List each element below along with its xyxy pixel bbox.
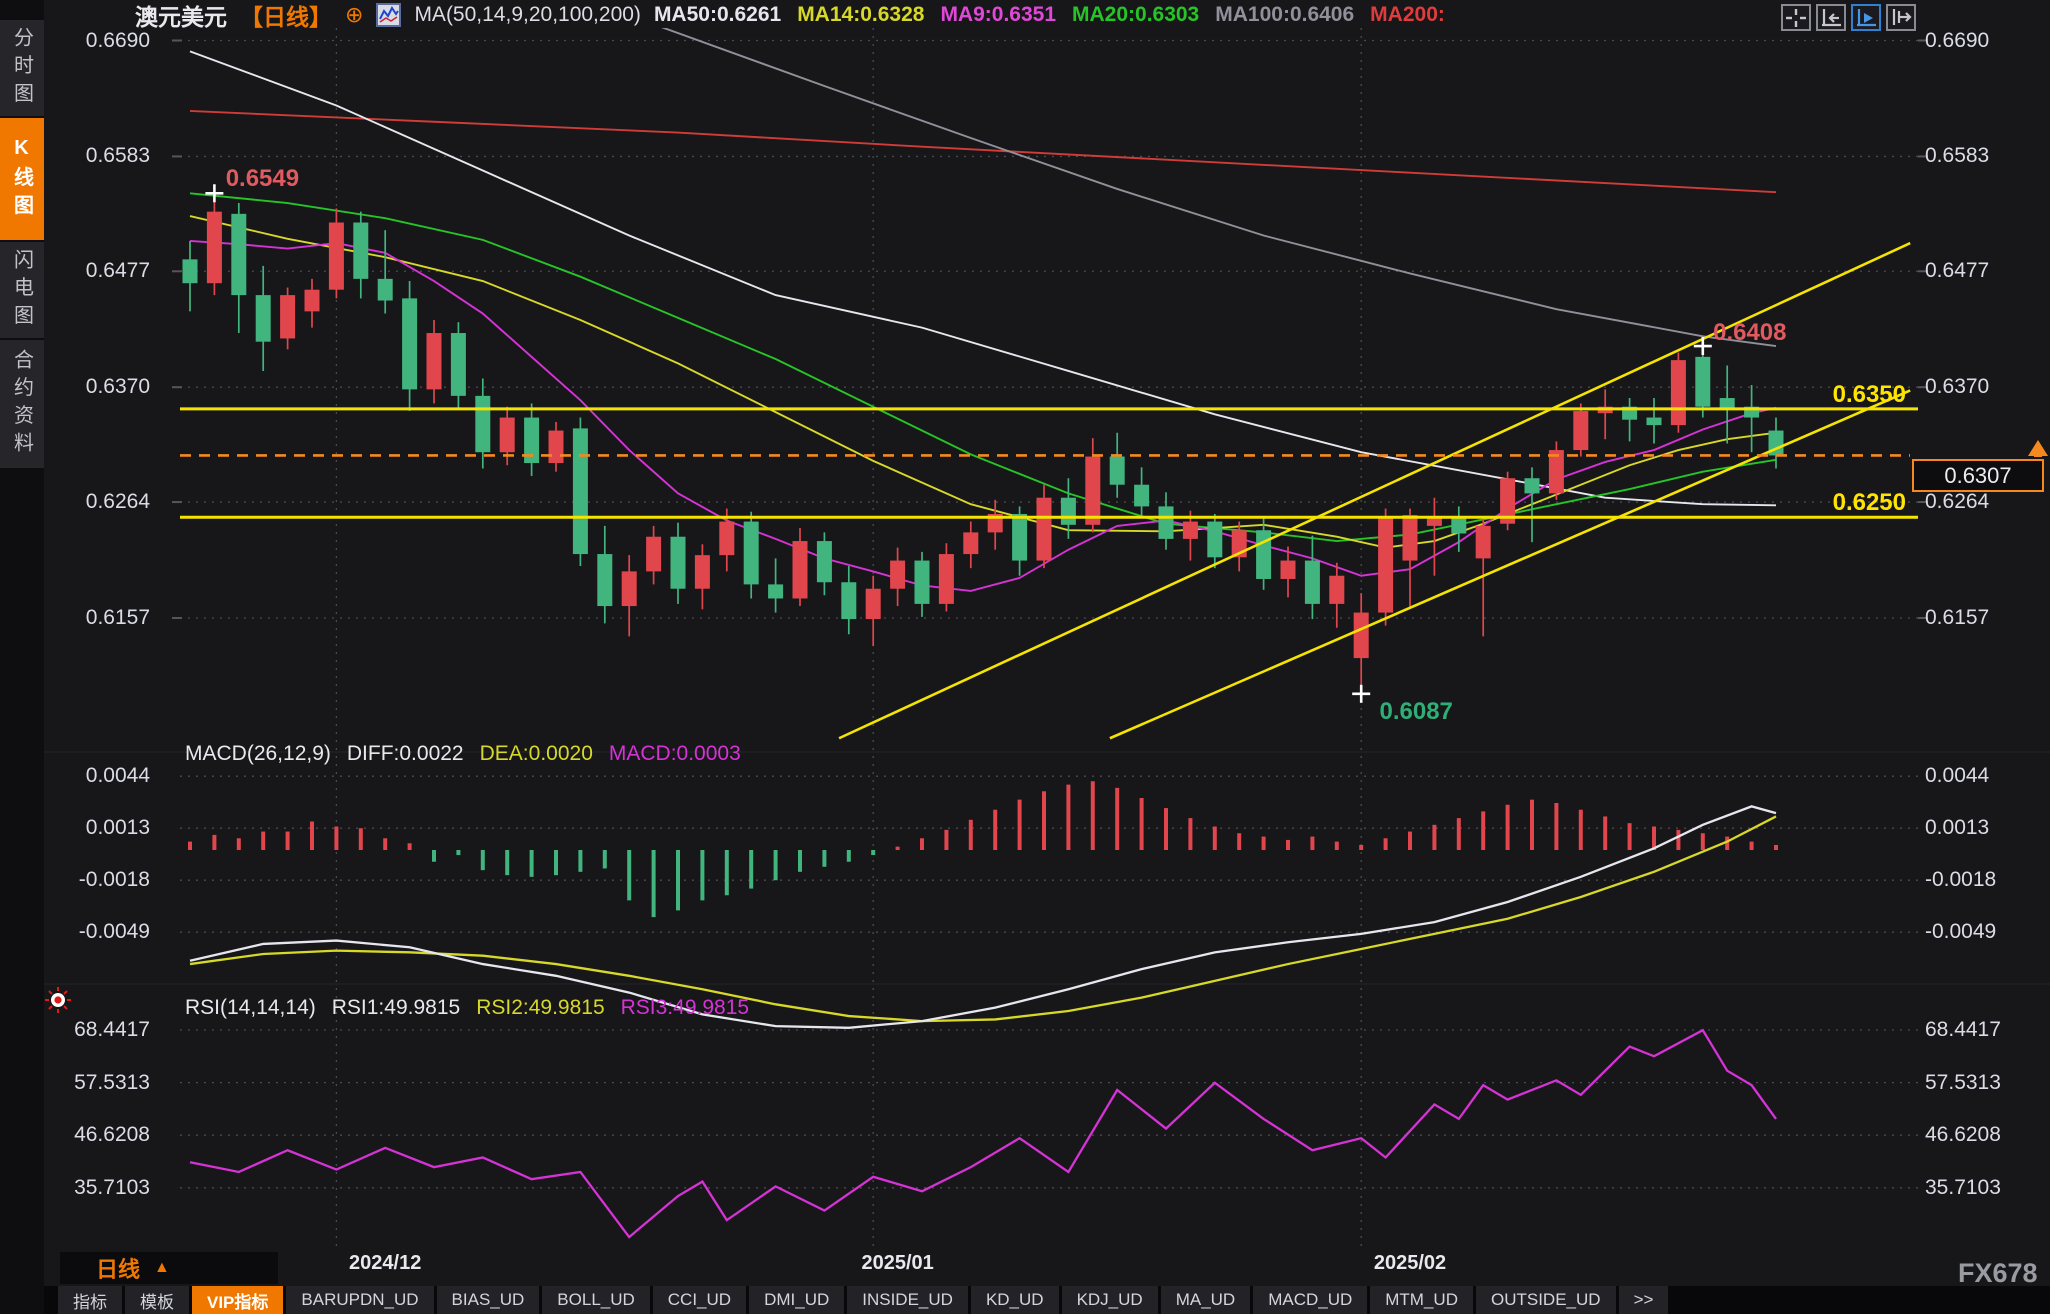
symbol-title: 澳元美元 [135, 0, 227, 32]
ma-values: MA50:0.6261 MA14:0.6328 MA9:0.6351 MA20:0.6… [654, 3, 1445, 27]
period-label: 日线 [96, 1252, 140, 1284]
indicator-tab-mtm_ud[interactable]: MTM_UD [1370, 1286, 1473, 1314]
ma-value-label: MA200: [1370, 3, 1445, 27]
macd-axis-label-right: 0.0044 [1925, 764, 1989, 788]
macd-values-label: MACD:0.0003 [609, 742, 741, 766]
macd-panel-header: MACD(26,12,9) DIFF:0.0022 DEA:0.0020 MACD:… [185, 742, 741, 766]
indicator-tab-kdj_ud[interactable]: KDJ_UD [1062, 1286, 1158, 1314]
rsi-axis-label-right: 57.5313 [1925, 1071, 2001, 1095]
rsi-axis-label-right: 68.4417 [1925, 1018, 2001, 1042]
current-price-value: 0.6307 [1944, 463, 2011, 489]
ma-value-label: MA14:0.6328 [797, 3, 924, 27]
ma-value-label: MA9:0.6351 [940, 3, 1056, 27]
rsi-title: RSI(14,14,14) [185, 996, 316, 1020]
x-axis-label: 2024/12 [349, 1252, 421, 1275]
rsi-axis-label-right: 35.7103 [1925, 1176, 2001, 1200]
macd-axis-label-left: 0.0044 [70, 764, 150, 788]
sidebar-item-3[interactable]: 闪电图 [0, 242, 44, 338]
macd-values-label: DIFF:0.0022 [347, 742, 464, 766]
rsi-axis-label-left: 35.7103 [70, 1176, 150, 1200]
indicator-tab-vip指标[interactable]: VIP指标 [192, 1286, 283, 1314]
sidebar-item-1[interactable]: 分时图 [0, 20, 44, 116]
chart-canvas[interactable] [0, 0, 2050, 1314]
alert-dot-icon[interactable] [44, 986, 72, 1019]
y-axis-label-left: 0.6370 [70, 375, 150, 399]
macd-axis-label-left: 0.0013 [70, 816, 150, 840]
sidebar-item-2[interactable]: K线图 [0, 118, 44, 240]
y-axis-label-left: 0.6477 [70, 259, 150, 283]
y-axis-label-right: 0.6264 [1925, 490, 1989, 514]
indicator-tab-macd_ud[interactable]: MACD_UD [1253, 1286, 1367, 1314]
y-axis-label-right: 0.6583 [1925, 144, 1989, 168]
x-axis-label: 2025/02 [1374, 1252, 1446, 1275]
y-axis-label-right: 0.6690 [1925, 29, 1989, 53]
y-axis-label-left: 0.6583 [70, 144, 150, 168]
support-resistance-label: 0.6350 [1786, 381, 1906, 409]
indicator-tab-kd_ud[interactable]: KD_UD [971, 1286, 1059, 1314]
sidebar-item-4[interactable]: 合约资料 [0, 340, 44, 468]
rsi-axis-label-right: 46.6208 [1925, 1123, 2001, 1147]
indicator-tab-cci_ud[interactable]: CCI_UD [653, 1286, 746, 1314]
rsi-values-label: RSI1:49.9815 [332, 996, 460, 1020]
ma-value-label: MA100:0.6406 [1215, 3, 1354, 27]
support-resistance-label: 0.6250 [1786, 489, 1906, 517]
period-up-arrow-icon: ▲ [154, 1259, 170, 1277]
chart-type-sidebar: 分时图K线图闪电图合约资料 [0, 0, 44, 1314]
rsi-values-label: RSI3:49.9815 [621, 996, 749, 1020]
indicator-tab-inside_ud[interactable]: INSIDE_UD [847, 1286, 968, 1314]
ma-value-label: MA20:0.6303 [1072, 3, 1199, 27]
indicator-tab-ma_ud[interactable]: MA_UD [1161, 1286, 1251, 1314]
add-indicator-icon[interactable]: ⊕ [345, 2, 363, 28]
price-mark-label: 0.6408 [1713, 319, 1786, 347]
macd-axis-label-left: -0.0049 [70, 920, 150, 944]
trading-app-window: 分时图K线图闪电图合约资料 澳元美元 【日线】 ⊕ MA(50,14,9,20,… [0, 0, 2050, 1314]
indicator-tab-dmi_ud[interactable]: DMI_UD [749, 1286, 844, 1314]
y-axis-label-left: 0.6157 [70, 606, 150, 630]
ma-settings-label: MA(50,14,9,20,100,200) [414, 3, 641, 27]
rsi-values-label: RSI2:49.9815 [476, 996, 604, 1020]
axis-shift-icon[interactable] [1886, 4, 1916, 31]
axis-compress-icon[interactable] [1816, 4, 1846, 31]
watermark: FX678 [1958, 1258, 2038, 1289]
indicator-tab-boll_ud[interactable]: BOLL_UD [542, 1286, 649, 1314]
period-selector[interactable]: 日线 ▲ [60, 1252, 278, 1284]
rsi-axis-label-left: 57.5313 [70, 1071, 150, 1095]
rsi-axis-label-left: 46.6208 [70, 1123, 150, 1147]
x-axis-label: 2025/01 [861, 1252, 933, 1275]
price-mark-label: 0.6087 [1379, 698, 1452, 726]
macd-axis-label-left: -0.0018 [70, 868, 150, 892]
macd-axis-label-right: -0.0018 [1925, 868, 1996, 892]
indicator-tab-outside_ud[interactable]: OUTSIDE_UD [1476, 1286, 1616, 1314]
indicator-tab-模板[interactable]: 模板 [125, 1286, 189, 1314]
indicator-tabbar: 指标模板VIP指标BARUPDN_UDBIAS_UDBOLL_UDCCI_UDD… [0, 1286, 2050, 1314]
axis-autoscroll-icon[interactable] [1851, 4, 1881, 31]
indicator-tab-barupdn_ud[interactable]: BARUPDN_UD [286, 1286, 433, 1314]
indicator-tab-bias_ud[interactable]: BIAS_UD [437, 1286, 540, 1314]
y-axis-label-left: 0.6690 [70, 29, 150, 53]
pan-crosshair-icon[interactable] [1781, 4, 1811, 31]
ma-value-label: MA50:0.6261 [654, 3, 781, 27]
price-mark-label: 0.6549 [226, 165, 299, 193]
macd-axis-label-right: 0.0013 [1925, 816, 1989, 840]
rsi-panel-header: RSI(14,14,14) RSI1:49.9815RSI2:49.9815RS… [185, 996, 749, 1020]
macd-title: MACD(26,12,9) [185, 742, 331, 766]
y-axis-label-right: 0.6477 [1925, 259, 1989, 283]
chart-header: 澳元美元 【日线】 ⊕ MA(50,14,9,20,100,200) MA50:… [135, 0, 1445, 30]
current-price-box: 0.6307 [1912, 459, 2044, 492]
y-axis-label-left: 0.6264 [70, 490, 150, 514]
chart-toolbar [1781, 4, 1916, 31]
rsi-axis-label-left: 68.4417 [70, 1018, 150, 1042]
macd-values-label: DEA:0.0020 [480, 742, 593, 766]
y-axis-label-right: 0.6157 [1925, 606, 1989, 630]
chart-style-icon[interactable] [376, 3, 401, 27]
macd-values: DIFF:0.0022 DEA:0.0020 MACD:0.0003 [347, 742, 741, 766]
macd-axis-label-right: -0.0049 [1925, 920, 1996, 944]
y-axis-label-right: 0.6370 [1925, 375, 1989, 399]
indicator-tab-指标[interactable]: 指标 [58, 1286, 122, 1314]
period-tag: 【日线】 [240, 0, 332, 32]
rsi-values: RSI1:49.9815 RSI2:49.9815 RSI3:49.9815 [332, 996, 749, 1020]
indicator-tab->>[interactable]: >> [1619, 1286, 1669, 1314]
